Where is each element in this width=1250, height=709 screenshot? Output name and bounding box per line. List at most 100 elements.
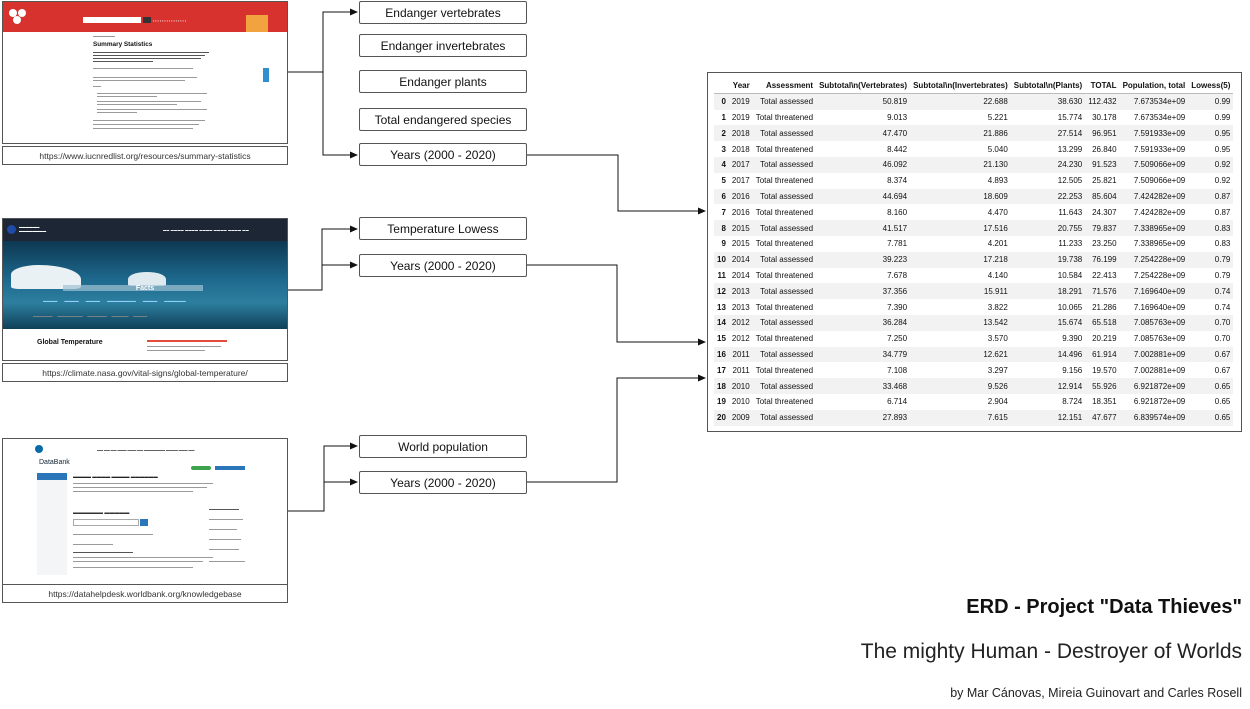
table-cell: 0.65 [1214, 397, 1231, 407]
table-row: 3 2018 Total threatened 8.442 5.040 13.299 26.… [714, 141, 1233, 157]
table-cell: 8.724 [1062, 397, 1083, 407]
table-cell: 38.630 [1057, 97, 1083, 107]
table-cell: 9.013 [887, 112, 908, 122]
table-cell: 9.390 [1062, 334, 1083, 344]
table-cell: 7.509066e+09 [1133, 176, 1186, 186]
row-index: 11 [717, 270, 726, 280]
diagram-subtitle: The mighty Human - Destroyer of Worlds [860, 640, 1242, 663]
column-header: Subtotal\n(Plants) [1010, 78, 1086, 95]
table-cell: 27.893 [882, 413, 908, 423]
table-cell: 2019 [731, 112, 750, 122]
dataframe-table: Year Assessment Subtotal\n(Vertebrates) Sub… [714, 78, 1234, 426]
table-cell: 2012 [731, 318, 750, 328]
table-cell: Total threatened [755, 112, 814, 122]
table-cell: 20.219 [1092, 334, 1117, 344]
table-cell: 2014 [731, 255, 750, 265]
table-cell: 2009 [731, 413, 750, 423]
table-cell: 7.673534e+09 [1133, 112, 1186, 122]
table-cell: 7.002881e+09 [1133, 365, 1186, 375]
table-cell: 7.338965e+09 [1133, 223, 1186, 233]
table-cell: 96.951 [1092, 128, 1117, 138]
table-row: 15 2012 Total threatened 7.250 3.570 9.390 20.… [714, 331, 1233, 347]
table-cell: 7.169640e+09 [1133, 286, 1186, 296]
table-cell: 2017 [731, 176, 750, 186]
table-cell: 12.151 [1057, 413, 1083, 423]
table-cell: 10.584 [1057, 270, 1083, 280]
row-index: 0 [721, 97, 726, 107]
table-cell: 76.199 [1092, 255, 1117, 265]
row-index: 14 [717, 318, 726, 328]
table-cell: 15.774 [1057, 112, 1083, 122]
row-index: 18 [717, 381, 726, 391]
table-cell: Total assessed [760, 318, 814, 328]
table-cell: 0.99 [1214, 97, 1231, 107]
table-cell: Total assessed [760, 381, 814, 391]
table-cell: Total assessed [760, 413, 814, 423]
row-index: 17 [717, 365, 726, 375]
connector-arrow [527, 374, 706, 483]
table-cell: 2012 [731, 334, 750, 344]
diagram-title: ERD - Project "Data Thieves" [966, 596, 1242, 618]
table-cell: 0.74 [1214, 302, 1231, 312]
table-cell: 3.297 [987, 365, 1008, 375]
table-cell: 0.92 [1214, 176, 1231, 186]
table-cell: 17.218 [983, 255, 1008, 265]
table-cell: 19.570 [1092, 365, 1117, 375]
column-header: Lowess(5) [1188, 78, 1234, 95]
table-cell: 79.837 [1092, 223, 1117, 233]
table-cell: Total assessed [760, 191, 814, 201]
table-cell: Total assessed [760, 223, 814, 233]
table-cell: Total assessed [760, 286, 814, 296]
table-cell: 61.914 [1092, 349, 1117, 359]
table-cell: 7.002881e+09 [1133, 349, 1186, 359]
table-cell: 12.914 [1057, 381, 1083, 391]
table-cell: 39.223 [882, 255, 908, 265]
table-row: 13 2013 Total threatened 7.390 3.822 10.065 21… [714, 299, 1233, 315]
column-header: Year [728, 78, 753, 95]
table-cell: 6.839574e+09 [1133, 413, 1186, 423]
column-header: Subtotal\n(Vertebrates) [816, 78, 911, 95]
table-cell: 8.442 [887, 144, 908, 154]
table-cell: 7.254228e+09 [1133, 255, 1186, 265]
table-body: 0 2019 Total assessed 50.819 22.688 38.630 112… [714, 93, 1234, 426]
table-cell: 5.221 [987, 112, 1008, 122]
table-cell: 7.678 [887, 270, 908, 280]
table-cell: 112.432 [1088, 97, 1117, 107]
table-cell: 26.840 [1092, 144, 1117, 154]
table-cell: 8.160 [887, 207, 908, 217]
table-cell: 2014 [731, 270, 750, 280]
row-index: 20 [717, 413, 726, 423]
table-cell: 7.169640e+09 [1133, 302, 1186, 312]
table-cell: 7.250 [887, 334, 908, 344]
table-cell: 22.253 [1057, 191, 1083, 201]
connector-arrow [288, 261, 358, 291]
table-header-row: Year Assessment Subtotal\n(Vertebrates) Sub… [714, 78, 1234, 95]
table-cell: 7.424282e+09 [1133, 207, 1186, 217]
table-cell: 11.643 [1058, 207, 1083, 217]
connector-arrow [288, 8, 358, 73]
table-cell: Total assessed [760, 160, 814, 170]
table-cell: 50.819 [882, 97, 908, 107]
connector-arrow [288, 442, 358, 512]
table-cell: 7.591933e+09 [1133, 128, 1186, 138]
table-cell: 65.518 [1092, 318, 1117, 328]
table-cell: 2016 [731, 191, 750, 201]
table-cell: Total threatened [755, 176, 814, 186]
row-index: 4 [721, 160, 726, 170]
table-row: 14 2012 Total assessed 36.284 13.542 15.674 65… [714, 314, 1234, 331]
table-cell: 2013 [731, 302, 750, 312]
table-cell: Total threatened [755, 397, 814, 407]
table-cell: 21.286 [1092, 302, 1117, 312]
table-cell: 7.509066e+09 [1133, 160, 1186, 170]
table-cell: 47.677 [1092, 413, 1117, 423]
table-cell: 85.604 [1092, 191, 1117, 201]
diagram-authors: by Mar Cánovas, Mireia Guinovart and Car… [950, 686, 1242, 700]
row-index: 10 [717, 255, 726, 265]
table-cell: Total assessed [760, 97, 814, 107]
table-cell: 9.156 [1062, 365, 1083, 375]
table-cell: 2010 [731, 397, 750, 407]
table-cell: 17.516 [983, 223, 1008, 233]
table-cell: 0.65 [1214, 413, 1231, 423]
table-cell: Total assessed [760, 349, 814, 359]
table-cell: 36.284 [882, 318, 908, 328]
